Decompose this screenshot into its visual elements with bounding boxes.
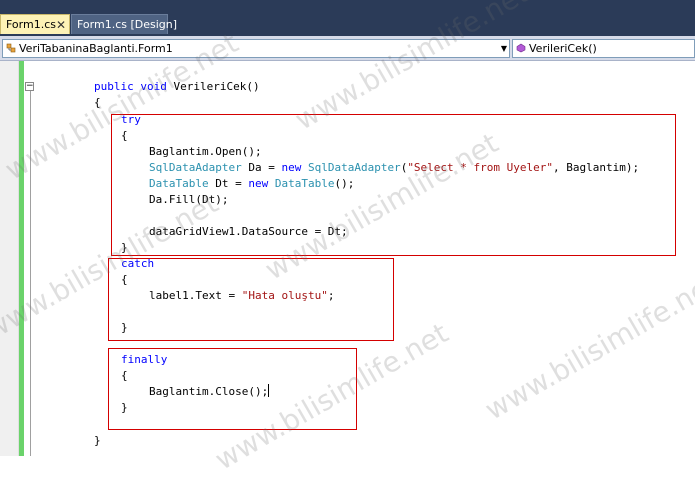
code-line: } (94, 434, 101, 447)
class-icon (6, 43, 16, 53)
tab-form1-design[interactable]: Form1.cs [Design] (71, 14, 177, 34)
member-dropdown[interactable]: VerileriCek() (512, 39, 695, 58)
code-line: { (94, 96, 101, 109)
try-block-highlight (111, 114, 676, 256)
tab-form1-cs[interactable]: Form1.cs ✕ (0, 14, 70, 34)
catch-block-highlight (108, 258, 394, 341)
code-line-method-signature: public void VerileriCek() (94, 79, 260, 95)
tab-label: Form1.cs (6, 18, 56, 31)
method-name: VerileriCek() (173, 80, 260, 93)
change-tracking-bar (19, 61, 24, 456)
outlining-guide (30, 89, 31, 456)
finally-block-highlight (108, 348, 357, 430)
indicator-margin (0, 61, 19, 456)
keyword: public (94, 80, 134, 93)
method-icon (516, 43, 526, 53)
tab-label: Form1.cs [Design] (77, 18, 178, 31)
document-tab-strip: Form1.cs ✕ Form1.cs [Design] (0, 0, 695, 36)
keyword: void (140, 80, 167, 93)
type-dropdown[interactable]: VeriTabaninaBaglanti.Form1 ▼ (2, 39, 510, 58)
member-dropdown-value: VerileriCek() (529, 42, 597, 55)
type-dropdown-value: VeriTabaninaBaglanti.Form1 (19, 42, 173, 55)
navigation-bar: VeriTabaninaBaglanti.Form1 ▼ VerileriCek… (0, 36, 695, 61)
close-icon[interactable]: ✕ (56, 15, 66, 35)
chevron-down-icon[interactable]: ▼ (501, 40, 507, 57)
collapse-icon[interactable]: − (25, 82, 34, 91)
code-editor[interactable]: − public void VerileriCek() { try { Bagl… (0, 61, 695, 456)
